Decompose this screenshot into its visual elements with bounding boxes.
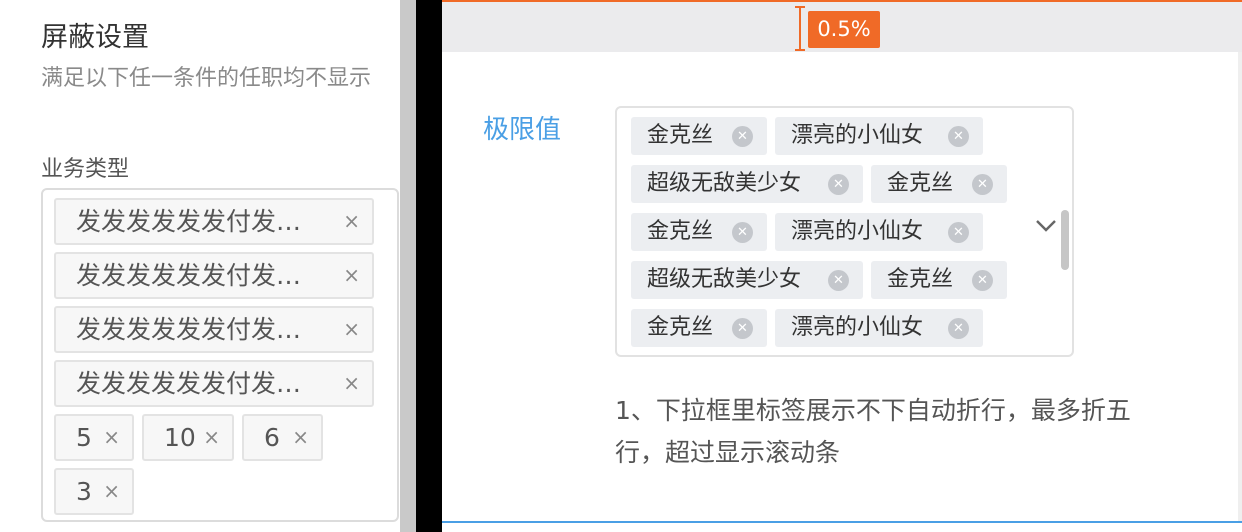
business-type-label: 业务类型 [41, 157, 130, 182]
tag-label: 金克丝 [647, 219, 714, 244]
panel-edge [1238, 52, 1242, 522]
tag-label: 超级无敌美少女 [647, 267, 802, 292]
filter-panel: 屏蔽设置 满足以下任一条件的任职均不显示 业务类型 发发发发发发付发… × 发发… [0, 0, 400, 532]
selected-tag: 6 × [242, 414, 323, 461]
panel-divider [416, 0, 442, 532]
cursor-cap [795, 49, 805, 51]
selected-tag: 超级无敌美少女 ✕ [631, 261, 863, 299]
select-scrollbar[interactable] [1061, 210, 1069, 270]
tag-label: 发发发发发发付发… [76, 261, 302, 290]
selected-tag: 超级无敌美少女 ✕ [631, 165, 863, 203]
close-icon[interactable]: × [103, 470, 120, 513]
close-circle-icon[interactable]: ✕ [972, 174, 993, 195]
close-circle-icon[interactable]: ✕ [948, 318, 969, 339]
close-circle-icon[interactable]: ✕ [732, 222, 753, 243]
description-note: 1、下拉框里标签展示不下自动折行，最多折五行，超过显示滚动条 [615, 396, 1131, 467]
close-circle-icon[interactable]: ✕ [828, 174, 849, 195]
tag-label: 超级无敌美少女 [647, 171, 802, 196]
limit-value-label: 极限值 [483, 115, 562, 145]
chevron-down-icon[interactable] [1035, 219, 1057, 233]
limit-value-select[interactable]: 金克丝 ✕ 漂亮的小仙女 ✕ 超级无敌美少女 ✕ 金克丝 ✕ 金克丝 ✕ 漂亮的… [615, 106, 1074, 357]
selected-tag: 金克丝 ✕ [631, 213, 767, 251]
selected-tag: 10 × [142, 414, 234, 461]
selected-tag: 金克丝 ✕ [631, 117, 767, 155]
close-icon[interactable]: × [343, 308, 360, 351]
selected-tag: 金克丝 ✕ [631, 309, 767, 347]
preview-panel: 0.5% 极限值 金克丝 ✕ 漂亮的小仙女 ✕ 超级无敌美少女 ✕ 金克丝 ✕ … [442, 0, 1242, 532]
panel-title: 屏蔽设置 [41, 22, 149, 53]
selected-tag: 漂亮的小仙女 ✕ [775, 117, 983, 155]
close-circle-icon[interactable]: ✕ [972, 270, 993, 291]
selected-tag: 发发发发发发付发… × [54, 252, 374, 299]
cursor-cap [795, 6, 805, 8]
tag-label: 发发发发发发付发… [76, 369, 302, 398]
close-circle-icon[interactable]: ✕ [732, 318, 753, 339]
close-icon[interactable]: × [292, 416, 309, 459]
tag-label: 发发发发发发付发… [76, 315, 302, 344]
close-circle-icon[interactable]: ✕ [732, 126, 753, 147]
tag-label: 金克丝 [887, 267, 954, 292]
tag-label: 漂亮的小仙女 [791, 123, 924, 148]
tag-label: 5 [76, 423, 92, 452]
close-icon[interactable]: × [203, 416, 220, 459]
close-icon[interactable]: × [103, 416, 120, 459]
selected-tag: 金克丝 ✕ [871, 165, 1007, 203]
tag-label: 金克丝 [647, 315, 714, 340]
close-circle-icon[interactable]: ✕ [948, 222, 969, 243]
selected-tag: 漂亮的小仙女 ✕ [775, 309, 983, 347]
panel-description: 满足以下任一条件的任职均不显示 [41, 66, 372, 91]
tag-label: 发发发发发发付发… [76, 207, 302, 236]
close-icon[interactable]: × [343, 254, 360, 297]
close-icon[interactable]: × [343, 362, 360, 405]
tag-label: 金克丝 [647, 123, 714, 148]
tag-label: 漂亮的小仙女 [791, 219, 924, 244]
close-circle-icon[interactable]: ✕ [828, 270, 849, 291]
selected-tag: 发发发发发发付发… × [54, 198, 374, 245]
selected-tag: 5 × [54, 414, 134, 461]
close-circle-icon[interactable]: ✕ [948, 126, 969, 147]
selected-tag: 3 × [54, 468, 134, 515]
tag-label: 3 [76, 477, 92, 506]
selected-tag: 发发发发发发付发… × [54, 306, 374, 353]
text-cursor-icon [799, 6, 801, 50]
selected-tag: 漂亮的小仙女 ✕ [775, 213, 983, 251]
tag-label: 10 [164, 423, 196, 452]
selected-tag: 发发发发发发付发… × [54, 360, 374, 407]
business-type-select[interactable]: 发发发发发发付发… × 发发发发发发付发… × 发发发发发发付发… × 发发发发… [41, 188, 399, 522]
focus-underline [442, 521, 1242, 523]
tag-label: 金克丝 [887, 171, 954, 196]
selected-tag: 金克丝 ✕ [871, 261, 1007, 299]
percentage-badge: 0.5% [808, 11, 880, 48]
tag-label: 漂亮的小仙女 [791, 315, 924, 340]
panel-scrollbar[interactable] [400, 0, 416, 532]
measure-strip: 0.5% [442, 0, 1242, 52]
close-icon[interactable]: × [343, 200, 360, 243]
tag-label: 6 [264, 423, 280, 452]
